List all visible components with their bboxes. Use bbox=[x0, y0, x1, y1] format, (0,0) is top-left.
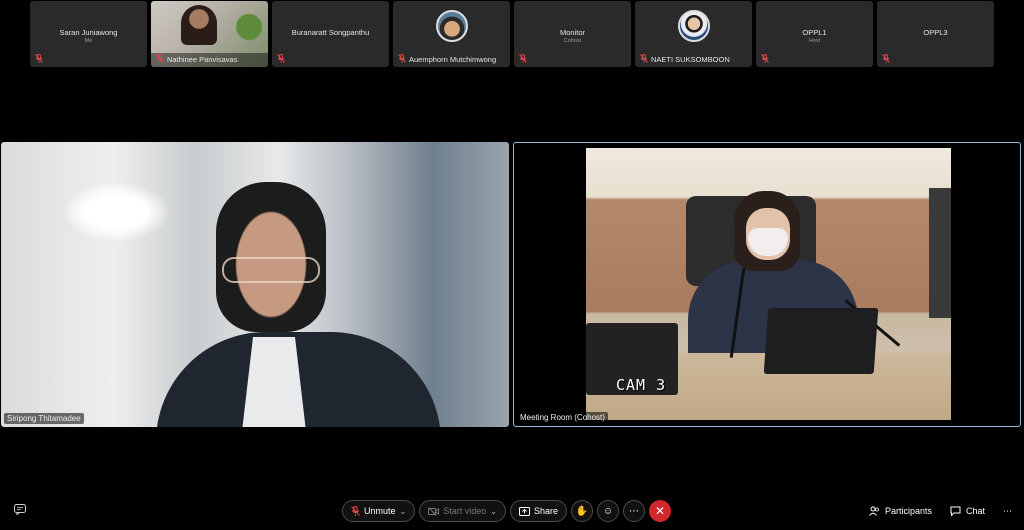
mic-muted-icon bbox=[277, 54, 285, 63]
participant-video bbox=[181, 5, 217, 45]
mic-muted-icon bbox=[640, 54, 648, 63]
active-speaker-tile[interactable]: CAM 3 Meeting Room (Cohost) bbox=[513, 142, 1021, 427]
chevron-down-icon[interactable]: ⌄ bbox=[400, 507, 407, 516]
participant-tile[interactable]: Monitor Cohost bbox=[514, 1, 631, 67]
video-off-icon bbox=[428, 506, 440, 516]
emoji-icon: ☺ bbox=[602, 505, 614, 517]
mic-muted-icon bbox=[398, 54, 406, 63]
participant-name: NAETI SUKSOMBOON bbox=[651, 55, 730, 64]
leave-meeting-button[interactable]: ✕ bbox=[648, 500, 671, 522]
close-icon: ✕ bbox=[654, 504, 666, 518]
participant-tile[interactable]: Buranaratt Songpanthu bbox=[272, 1, 389, 67]
raise-hand-button[interactable]: ✋ bbox=[570, 500, 593, 522]
more-icon: ⋯ bbox=[628, 505, 639, 517]
start-video-label: Start video bbox=[443, 506, 487, 516]
participant-tile[interactable]: Saran Juniawong Me bbox=[30, 1, 147, 67]
background-plant bbox=[236, 11, 262, 51]
share-button[interactable]: Share bbox=[509, 500, 567, 522]
mic-muted-icon bbox=[351, 506, 360, 516]
video-name-tag: Siripong Thitamadee bbox=[4, 413, 84, 424]
chat-icon bbox=[950, 506, 961, 516]
avatar bbox=[678, 10, 710, 42]
room-chair bbox=[929, 188, 951, 318]
camera-overlay-label: CAM 3 bbox=[616, 376, 667, 394]
unmute-label: Unmute bbox=[364, 506, 396, 516]
mic-muted-icon bbox=[156, 54, 164, 63]
captions-icon[interactable] bbox=[14, 504, 26, 518]
participant-role: Cohost bbox=[563, 38, 582, 44]
background-light bbox=[61, 182, 171, 242]
meeting-controls: Unmute ⌄ Start video ⌄ Share ✋ ☺ ⋯ ✕ bbox=[342, 500, 671, 522]
participant-strip: Saran Juniawong Me Nathinee Panvisavas B… bbox=[30, 1, 994, 67]
participant-tile[interactable]: OPPL1 Host bbox=[756, 1, 873, 67]
participants-icon bbox=[869, 506, 879, 516]
chevron-down-icon[interactable]: ⌄ bbox=[490, 507, 497, 516]
mic-muted-icon bbox=[761, 54, 769, 63]
mic-muted-icon bbox=[519, 54, 527, 63]
participant-tile[interactable]: Nathinee Panvisavas bbox=[151, 1, 268, 67]
video-person-glasses bbox=[222, 257, 320, 283]
participant-name: Saran Juniawong bbox=[59, 28, 118, 37]
participant-tile[interactable]: NAETI SUKSOMBOON bbox=[635, 1, 752, 67]
mic-muted-icon bbox=[35, 54, 43, 63]
participants-button[interactable]: Participants bbox=[869, 500, 932, 522]
share-label: Share bbox=[533, 506, 558, 516]
more-options-button[interactable]: ⋯ bbox=[622, 500, 645, 522]
avatar bbox=[436, 10, 468, 42]
participant-role: Host bbox=[808, 38, 821, 44]
participant-name: Nathinee Panvisavas bbox=[167, 55, 238, 64]
participant-tile[interactable]: OPPL3 bbox=[877, 1, 994, 67]
room-laptop bbox=[763, 308, 879, 374]
participant-name: OPPL3 bbox=[923, 28, 948, 37]
video-name-tag: Meeting Room (Cohost) bbox=[517, 412, 608, 423]
participant-name: Auemphorn Mutchimwong bbox=[409, 55, 497, 64]
chat-button[interactable]: Chat bbox=[950, 500, 985, 522]
main-video-tile[interactable]: Siripong Thitamadee bbox=[1, 142, 509, 427]
hand-icon: ✋ bbox=[575, 505, 589, 517]
participant-role: Me bbox=[84, 38, 93, 44]
share-icon bbox=[518, 506, 530, 516]
more-icon: ⋯ bbox=[1003, 505, 1012, 516]
more-options-button[interactable]: ⋯ bbox=[1003, 500, 1012, 522]
participant-name: OPPL1 bbox=[802, 28, 827, 37]
unmute-button[interactable]: Unmute ⌄ bbox=[342, 500, 416, 522]
mic-muted-icon bbox=[882, 54, 890, 63]
reactions-button[interactable]: ☺ bbox=[596, 500, 619, 522]
side-panel-controls: Participants Chat ⋯ bbox=[869, 500, 1012, 522]
chat-label: Chat bbox=[965, 506, 985, 516]
meeting-room-video: CAM 3 bbox=[586, 148, 951, 420]
participant-name: Monitor bbox=[559, 28, 585, 37]
start-video-button[interactable]: Start video ⌄ bbox=[419, 500, 506, 522]
participant-name: Buranaratt Songpanthu bbox=[291, 28, 370, 37]
participants-label: Participants bbox=[884, 506, 932, 516]
participant-tile[interactable]: Auemphorn Mutchimwong bbox=[393, 1, 510, 67]
